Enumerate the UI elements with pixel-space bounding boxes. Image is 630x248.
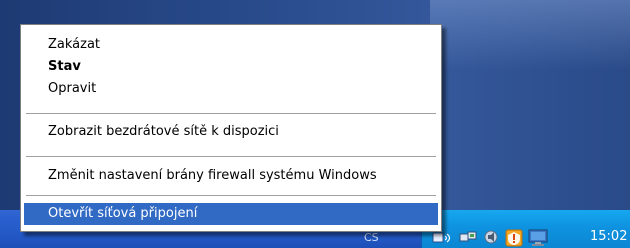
clock[interactable]: 15:02 bbox=[590, 228, 627, 246]
volume-icon[interactable] bbox=[482, 229, 502, 245]
language-indicator[interactable]: CS bbox=[364, 230, 392, 246]
menu-separator bbox=[26, 156, 436, 157]
menu-item-repair[interactable]: Opravit bbox=[24, 78, 438, 100]
monitor-icon[interactable] bbox=[528, 229, 548, 247]
menu-item-change-firewall-settings[interactable]: Změnit nastavení brány firewall systému … bbox=[24, 165, 438, 187]
menu-item-disable[interactable]: Zakázat bbox=[24, 34, 438, 56]
network-connection-icon[interactable] bbox=[458, 229, 478, 245]
menu-separator bbox=[26, 113, 436, 114]
menu-item-view-wireless-networks[interactable]: Zobrazit bezdrátové sítě k dispozici bbox=[24, 121, 438, 143]
network-context-menu: Zakázat Stav Opravit Zobrazit bezdrátové… bbox=[20, 24, 442, 232]
security-center-warning-icon[interactable] bbox=[504, 229, 524, 247]
menu-item-status[interactable]: Stav bbox=[24, 56, 438, 78]
menu-separator bbox=[26, 195, 436, 196]
desktop-highlight bbox=[430, 0, 630, 70]
menu-item-open-network-connections[interactable]: Otevřít síťová připojení bbox=[24, 203, 438, 225]
